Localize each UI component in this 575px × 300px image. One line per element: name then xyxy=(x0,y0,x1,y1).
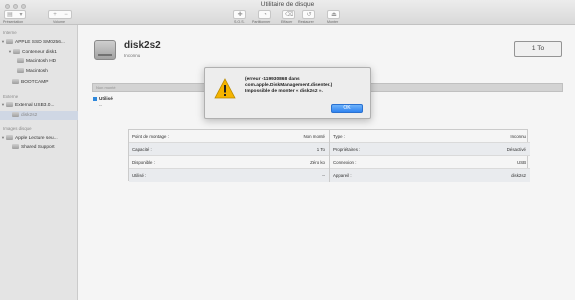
volume-icon xyxy=(12,112,19,117)
volume-icon xyxy=(12,79,19,84)
sidebar-item-container-disk1[interactable]: ▼ Conteneur disk1 xyxy=(8,47,77,56)
sidebar-item-apple-ssd[interactable]: ▼ APPLE SSD SM0256... xyxy=(1,37,77,46)
sidebar-item-shared-support[interactable]: Shared Support xyxy=(12,143,77,152)
mount-label: Monter xyxy=(327,20,339,24)
disk-image-icon xyxy=(6,135,13,140)
add-volume-icon: + xyxy=(53,12,57,18)
erase-icon: ⌫ xyxy=(285,12,294,18)
partition-icon: ◔ xyxy=(263,12,267,18)
erase-button[interactable]: ⌫ xyxy=(282,10,295,19)
sidebar-item-label: Conteneur disk1 xyxy=(22,50,57,55)
volume-icon xyxy=(17,68,24,73)
volume-icon xyxy=(12,144,19,149)
volume-label: Volume xyxy=(53,20,65,24)
erase-label: Effacer xyxy=(281,20,293,24)
sidebar-item-disk2s2[interactable]: disk2s2 xyxy=(0,111,78,120)
presentation-label: Présentation xyxy=(3,20,24,24)
window-title: Utilitaire de disque xyxy=(260,1,315,8)
volume-button[interactable]: + − xyxy=(48,10,72,19)
sidebar-item-macintosh[interactable]: Macintosh xyxy=(17,67,77,76)
first-aid-label: S.O.S. xyxy=(234,20,245,24)
sidebar-item-label: Macintosh xyxy=(26,69,48,74)
restore-label: Restaurer xyxy=(298,20,314,24)
sidebar-item-label: External USB3.0... xyxy=(15,103,55,108)
close-window-button[interactable] xyxy=(5,4,10,9)
partition-button[interactable]: ◔ xyxy=(258,10,271,19)
sidebar-item-label: disk2s2 xyxy=(21,113,38,118)
sidebar-item-label: APPLE SSD SM0256... xyxy=(15,40,65,45)
minimize-window-button[interactable] xyxy=(13,4,18,9)
mount-icon: ⏏ xyxy=(331,12,337,18)
sidebar-item-label: Macintosh HD xyxy=(26,59,57,64)
stethoscope-icon: ✚ xyxy=(237,12,243,18)
sidebar-item-bootcamp[interactable]: BOOTCAMP xyxy=(12,78,77,87)
sidebar-item-apple-lecture[interactable]: ▼ Apple Lecture seu... xyxy=(1,133,77,142)
mount-button[interactable]: ⏏ xyxy=(327,10,340,19)
container-icon xyxy=(13,49,20,54)
presentation-button[interactable]: ▤ ▾ xyxy=(4,10,26,19)
ok-button[interactable]: OK xyxy=(331,104,363,113)
sidebar-item-external-usb[interactable]: ▼ External USB3.0... xyxy=(1,100,77,109)
alert-message: (erreur -119930868 dans com.apple.DiskMa… xyxy=(245,77,333,95)
internal-disk-icon xyxy=(6,39,13,44)
volume-icon xyxy=(17,58,24,63)
remove-volume-icon: − xyxy=(64,12,68,18)
warning-icon xyxy=(214,78,236,99)
section-disk-images: Images disque xyxy=(3,126,32,131)
sidebar-item-label: BOOTCAMP xyxy=(21,80,49,85)
sidebar-item-label: Apple Lecture seu... xyxy=(15,136,58,141)
sidebar-item-label: Shared Support xyxy=(21,145,55,150)
zoom-window-button[interactable] xyxy=(21,4,26,9)
restore-icon: ↺ xyxy=(306,12,312,18)
section-external: Externe xyxy=(3,94,19,99)
chevron-down-icon: ▾ xyxy=(19,12,23,18)
toolbar: Utilitaire de disque ▤ ▾ Présentation + … xyxy=(0,0,575,25)
first-aid-button[interactable]: ✚ xyxy=(233,10,246,19)
external-disk-icon xyxy=(6,102,13,107)
sidebar-toggle-icon: ▤ xyxy=(7,12,13,18)
partition-label: Partitionner xyxy=(252,20,271,24)
sidebar-item-macintosh-hd[interactable]: Macintosh HD xyxy=(17,57,77,66)
restore-button[interactable]: ↺ xyxy=(302,10,315,19)
sidebar: Interne ▼ APPLE SSD SM0256... ▼ Conteneur … xyxy=(0,25,78,300)
section-internal: Interne xyxy=(3,30,17,35)
